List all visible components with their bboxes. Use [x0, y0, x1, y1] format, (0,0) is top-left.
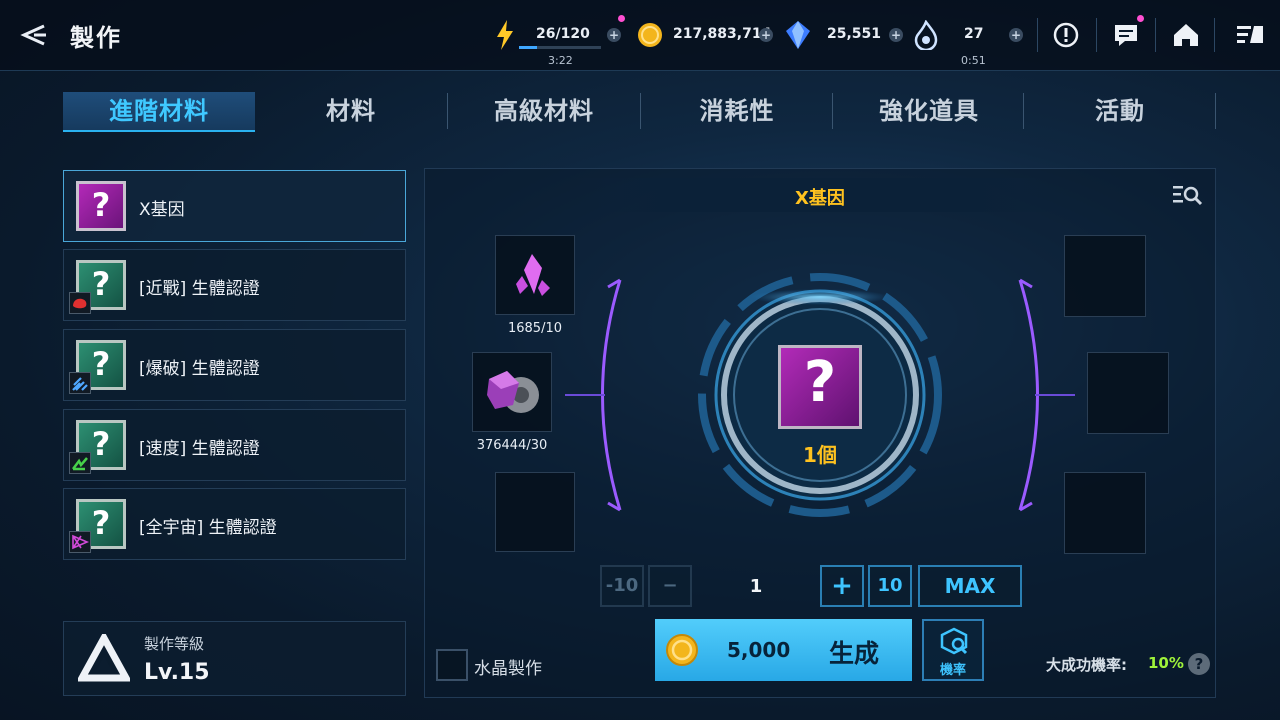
tab-materials[interactable]: 材料 — [255, 92, 447, 130]
item-title: X基因 — [795, 188, 845, 209]
chat-notification-dot — [1137, 15, 1144, 22]
divider — [1037, 18, 1038, 52]
search-list-icon[interactable] — [1172, 183, 1204, 209]
alert-icon[interactable] — [1046, 15, 1086, 55]
divider — [1096, 18, 1097, 52]
craft-level-triangle-icon — [78, 634, 130, 682]
melee-fist-icon — [69, 292, 91, 314]
mystery-box-icon: ? — [76, 181, 126, 231]
list-item-melee-bio[interactable]: ? [近戰] 生體認證 — [63, 249, 406, 321]
speed-icon — [69, 452, 91, 474]
crystal-craft-checkbox[interactable] — [436, 649, 468, 681]
empty-result-slot — [1087, 352, 1169, 434]
energy-timer: 3:22 — [548, 54, 573, 67]
page-title: 製作 — [70, 24, 122, 52]
flame-value: 27 — [964, 26, 984, 42]
success-rate-label: 大成功機率: — [1046, 656, 1127, 674]
back-arrow-icon[interactable] — [18, 20, 48, 50]
flame-timer: 0:51 — [961, 54, 986, 67]
flame-plus-button[interactable]: + — [1009, 28, 1023, 42]
menu-icon[interactable] — [1230, 15, 1270, 55]
minus-button[interactable]: − — [648, 565, 692, 607]
max-button[interactable]: MAX — [918, 565, 1022, 607]
energy-bar — [519, 46, 601, 49]
universe-icon — [69, 531, 91, 553]
energy-plus-button[interactable]: + — [607, 28, 621, 42]
quantity-value: 1 — [749, 576, 763, 597]
gold-value: 217,883,714 — [673, 26, 772, 42]
result-quantity: 1個 — [803, 443, 837, 467]
result-mystery-box-icon: ? — [778, 345, 862, 429]
material-slot[interactable] — [472, 352, 552, 432]
crystal-plus-button[interactable]: + — [889, 28, 903, 42]
list-item-label: [爆破] 生體認證 — [139, 359, 260, 379]
empty-result-slot — [1064, 472, 1146, 554]
notification-dot — [618, 15, 625, 22]
crystal-icon — [786, 21, 810, 49]
plus-10-button[interactable]: 10 — [868, 565, 912, 607]
probability-button[interactable]: 機率 — [922, 619, 984, 681]
empty-material-slot — [495, 472, 575, 552]
crystal-value: 25,551 — [827, 26, 882, 42]
gear-cube-icon — [487, 371, 539, 413]
lightning-icon — [497, 20, 513, 50]
craft-level-panel: 製作等級 Lv.15 — [63, 621, 406, 696]
gold-coin-icon — [638, 23, 662, 47]
list-item-label: [全宇宙] 生體認證 — [139, 518, 277, 538]
list-item-speed-bio[interactable]: ? [速度] 生體認證 — [63, 409, 406, 481]
home-icon[interactable] — [1166, 15, 1206, 55]
gold-plus-button[interactable]: + — [759, 28, 773, 42]
tab-enhancement-items[interactable]: 強化道具 — [833, 92, 1025, 130]
list-item-blast-bio[interactable]: ? [爆破] 生體認證 — [63, 329, 406, 401]
material-count: 1685/10 — [507, 321, 562, 336]
make-cost: 5,000 — [727, 638, 791, 662]
energy-value: 26/120 — [536, 26, 590, 42]
material-count: 376444/30 — [476, 438, 548, 453]
tab-divider — [1215, 93, 1216, 129]
list-item-label: [速度] 生體認證 — [139, 439, 260, 459]
list-item-label: X基因 — [139, 200, 185, 220]
blast-icon — [69, 372, 91, 394]
tab-events[interactable]: 活動 — [1024, 92, 1216, 130]
craft-level-value: Lv.15 — [144, 660, 210, 685]
tab-advanced-materials[interactable]: 進階材料 — [63, 92, 255, 132]
gold-coin-icon — [666, 634, 698, 666]
list-item-universal-bio[interactable]: ? [全宇宙] 生體認證 — [63, 488, 406, 560]
make-button[interactable]: 5,000 生成 — [655, 619, 912, 681]
tab-consumables[interactable]: 消耗性 — [641, 92, 833, 130]
list-item-label: [近戰] 生體認證 — [139, 279, 260, 299]
minus-10-button[interactable]: -10 — [600, 565, 644, 607]
empty-result-slot — [1064, 235, 1146, 317]
box-search-icon — [940, 627, 968, 655]
material-slot[interactable] — [495, 235, 575, 315]
divider — [1155, 18, 1156, 52]
purple-crystal-icon — [516, 254, 550, 296]
tab-premium-materials[interactable]: 高級材料 — [448, 92, 640, 130]
help-icon[interactable]: ? — [1188, 653, 1210, 675]
probability-label: 機率 — [939, 663, 966, 678]
craft-level-label: 製作等級 — [144, 635, 205, 653]
plus-button[interactable]: + — [820, 565, 864, 607]
crystal-craft-label: 水晶製作 — [474, 659, 542, 679]
divider — [1214, 18, 1215, 52]
list-item-x-gene[interactable]: ? X基因 — [63, 170, 406, 242]
flame-icon — [914, 20, 938, 50]
success-rate-value: 10% — [1148, 654, 1184, 672]
make-label: 生成 — [829, 639, 880, 668]
